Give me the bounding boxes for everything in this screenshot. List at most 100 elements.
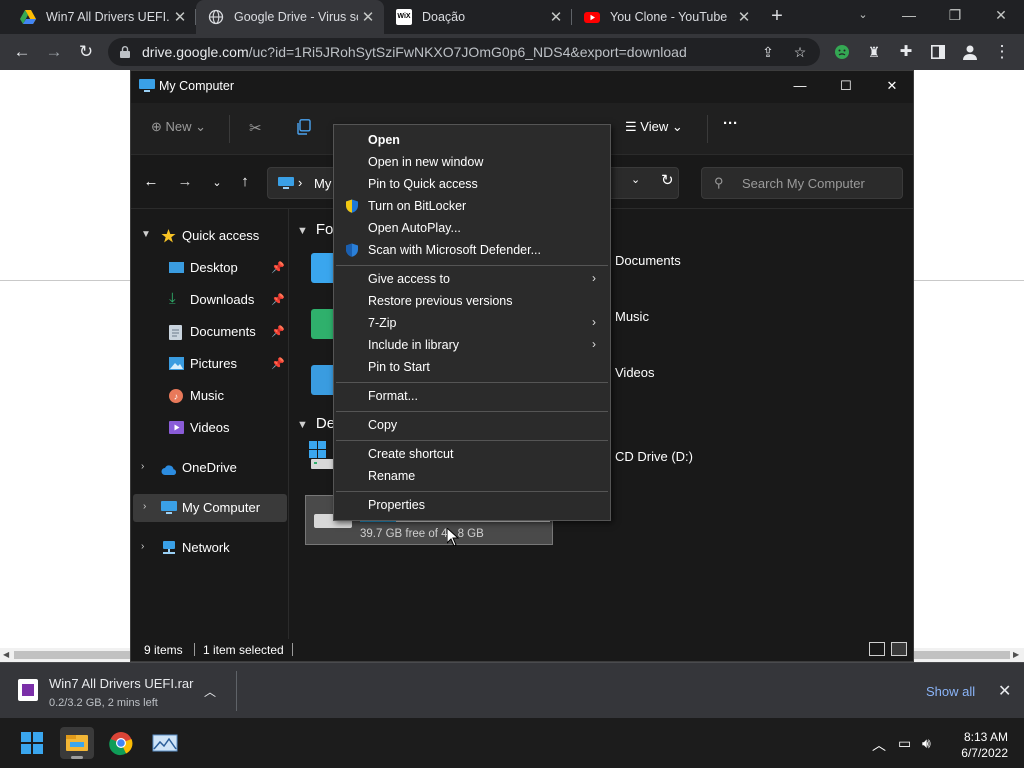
- menu-item-restore-versions[interactable]: Restore previous versions: [334, 290, 610, 312]
- copy-icon[interactable]: [297, 119, 311, 138]
- menu-item-pin-start[interactable]: Pin to Start: [334, 356, 610, 378]
- tab-doacao[interactable]: WiX Doação ✕: [384, 0, 572, 34]
- restore-button[interactable]: ❐: [932, 0, 978, 32]
- menu-item-open-new-window[interactable]: Open in new window: [334, 151, 610, 173]
- view-button[interactable]: ☰ View ⌄: [625, 119, 683, 135]
- chrome-menu-icon[interactable]: ⋮: [990, 40, 1014, 64]
- chevron-up-icon[interactable]: ︿: [204, 683, 216, 700]
- download-icon: ⤓: [169, 290, 176, 307]
- extension-face-icon[interactable]: [830, 40, 854, 64]
- cut-scissors-icon[interactable]: ✂: [249, 119, 262, 137]
- close-window-button[interactable]: ✕: [869, 71, 915, 101]
- bookmark-star-icon[interactable]: ☆: [790, 42, 810, 62]
- nav-item-music[interactable]: ♪ Music: [131, 382, 288, 410]
- tab-youtube[interactable]: You Clone - YouTube ✕: [572, 0, 760, 34]
- menu-item-rename[interactable]: Rename: [334, 465, 610, 487]
- file-explorer-taskbar-icon[interactable]: [60, 727, 94, 759]
- reload-icon[interactable]: ↻: [74, 40, 98, 64]
- side-panel-icon[interactable]: [926, 40, 950, 64]
- menu-item-properties[interactable]: Properties: [334, 494, 610, 516]
- nav-item-onedrive[interactable]: › OneDrive: [131, 454, 288, 482]
- close-icon[interactable]: ✕: [998, 681, 1011, 701]
- menu-item-format[interactable]: Format...: [334, 385, 610, 407]
- nav-item-quick-access[interactable]: ▼ Quick access: [131, 222, 288, 250]
- explorer-title-bar[interactable]: My Computer — ☐ ✕: [131, 71, 913, 103]
- pin-icon[interactable]: 📌: [271, 357, 285, 370]
- forward-arrow-icon[interactable]: →: [42, 40, 66, 64]
- tab-close-icon[interactable]: ✕: [734, 8, 754, 26]
- tab-close-icon[interactable]: ✕: [546, 8, 566, 26]
- tab-win7-drivers[interactable]: Win7 All Drivers UEFI.ra ✕: [8, 0, 196, 34]
- nav-item-desktop[interactable]: Desktop 📌: [131, 254, 288, 282]
- breadcrumb-chevron-icon: ›: [298, 175, 303, 190]
- nav-item-network[interactable]: › Network: [131, 534, 288, 562]
- address-dropdown-icon[interactable]: ⌄: [631, 173, 640, 186]
- pin-icon[interactable]: 📌: [271, 261, 285, 274]
- scroll-right-icon[interactable]: ▶: [1013, 650, 1019, 659]
- menu-item-autoplay[interactable]: Open AutoPlay...: [334, 217, 610, 239]
- expand-chevron-icon[interactable]: ▼: [141, 229, 151, 240]
- chrome-taskbar-icon[interactable]: [104, 727, 138, 759]
- nav-item-videos[interactable]: Videos: [131, 414, 288, 442]
- back-arrow-icon[interactable]: ←: [141, 173, 161, 190]
- more-options-icon[interactable]: ···: [723, 115, 738, 132]
- folder-label-videos[interactable]: Videos: [615, 365, 655, 380]
- expand-chevron-icon[interactable]: ›: [143, 501, 146, 512]
- tiles-view-icon[interactable]: [891, 642, 907, 656]
- scroll-left-icon[interactable]: ◀: [3, 650, 9, 659]
- extension-tool-icon[interactable]: ♜: [862, 40, 886, 64]
- menu-item-open[interactable]: Open: [334, 129, 610, 151]
- tab-search-button[interactable]: ⌄: [840, 0, 886, 32]
- tab-close-icon[interactable]: ✕: [358, 8, 378, 26]
- volume-icon[interactable]: 🔊︎: [922, 735, 931, 752]
- show-all-link[interactable]: Show all: [926, 684, 975, 699]
- share-icon[interactable]: ⇪: [758, 42, 778, 62]
- minimize-button[interactable]: —: [777, 71, 823, 101]
- new-tab-button[interactable]: +: [766, 6, 788, 28]
- back-arrow-icon[interactable]: ←: [10, 40, 34, 64]
- expand-chevron-icon[interactable]: ›: [141, 461, 144, 472]
- tab-close-icon[interactable]: ✕: [170, 8, 190, 26]
- new-button[interactable]: ⊕ New ⌄: [151, 119, 206, 135]
- menu-item-pin-quick-access[interactable]: Pin to Quick access: [334, 173, 610, 195]
- folder-label-music[interactable]: Music: [615, 309, 649, 324]
- folder-label-documents[interactable]: Documents: [615, 253, 681, 268]
- download-filename[interactable]: Win7 All Drivers UEFI.rar: [49, 676, 193, 691]
- menu-item-7zip[interactable]: 7-Zip ›: [334, 312, 610, 334]
- recent-locations-chevron-icon[interactable]: ⌄: [207, 176, 227, 189]
- close-browser-button[interactable]: ✕: [978, 0, 1024, 32]
- refresh-icon[interactable]: ↻: [661, 171, 674, 189]
- menu-item-copy[interactable]: Copy: [334, 414, 610, 436]
- monitor-tray-icon[interactable]: ▭: [898, 735, 911, 752]
- nav-item-downloads[interactable]: ⤓ Downloads 📌: [131, 286, 288, 314]
- menu-item-defender-scan[interactable]: Scan with Microsoft Defender...: [334, 239, 610, 261]
- profile-avatar-icon[interactable]: [958, 40, 982, 64]
- breadcrumb[interactable]: My: [314, 176, 331, 191]
- plus-circle-icon: ⊕: [151, 119, 162, 134]
- nav-item-pictures[interactable]: Pictures 📌: [131, 350, 288, 378]
- expand-chevron-icon[interactable]: ›: [141, 541, 144, 552]
- address-bar[interactable]: drive.google.com/uc?id=1Ri5JRohSytSziFwN…: [108, 38, 820, 66]
- maximize-button[interactable]: ☐: [823, 71, 869, 101]
- nav-item-documents[interactable]: Documents 📌: [131, 318, 288, 346]
- chevron-up-icon[interactable]: ︿: [872, 735, 886, 755]
- up-arrow-icon[interactable]: ↑: [235, 173, 255, 190]
- forward-arrow-icon[interactable]: →: [175, 173, 195, 190]
- system-clock[interactable]: 8:13 AM 6/7/2022: [950, 729, 1008, 761]
- pin-icon[interactable]: 📌: [271, 293, 285, 306]
- details-view-icon[interactable]: [869, 642, 885, 656]
- nav-item-my-computer[interactable]: › My Computer: [133, 494, 287, 522]
- menu-item-bitlocker[interactable]: Turn on BitLocker: [334, 195, 610, 217]
- menu-item-give-access[interactable]: Give access to ›: [334, 268, 610, 290]
- pin-icon[interactable]: 📌: [271, 325, 285, 338]
- minimize-button[interactable]: —: [886, 0, 932, 32]
- device-label-cd-drive[interactable]: CD Drive (D:): [615, 449, 693, 464]
- menu-item-create-shortcut[interactable]: Create shortcut: [334, 443, 610, 465]
- search-box[interactable]: ⚲ Search My Computer: [701, 167, 903, 199]
- extensions-puzzle-icon[interactable]: ✚: [894, 40, 918, 64]
- menu-item-include-library[interactable]: Include in library ›: [334, 334, 610, 356]
- url-text: drive.google.com/uc?id=1Ri5JRohSytSziFwN…: [142, 44, 687, 60]
- tab-google-drive[interactable]: Google Drive - Virus sc ✕: [196, 0, 384, 34]
- photos-taskbar-icon[interactable]: [148, 727, 182, 759]
- windows-start-icon[interactable]: [15, 727, 49, 759]
